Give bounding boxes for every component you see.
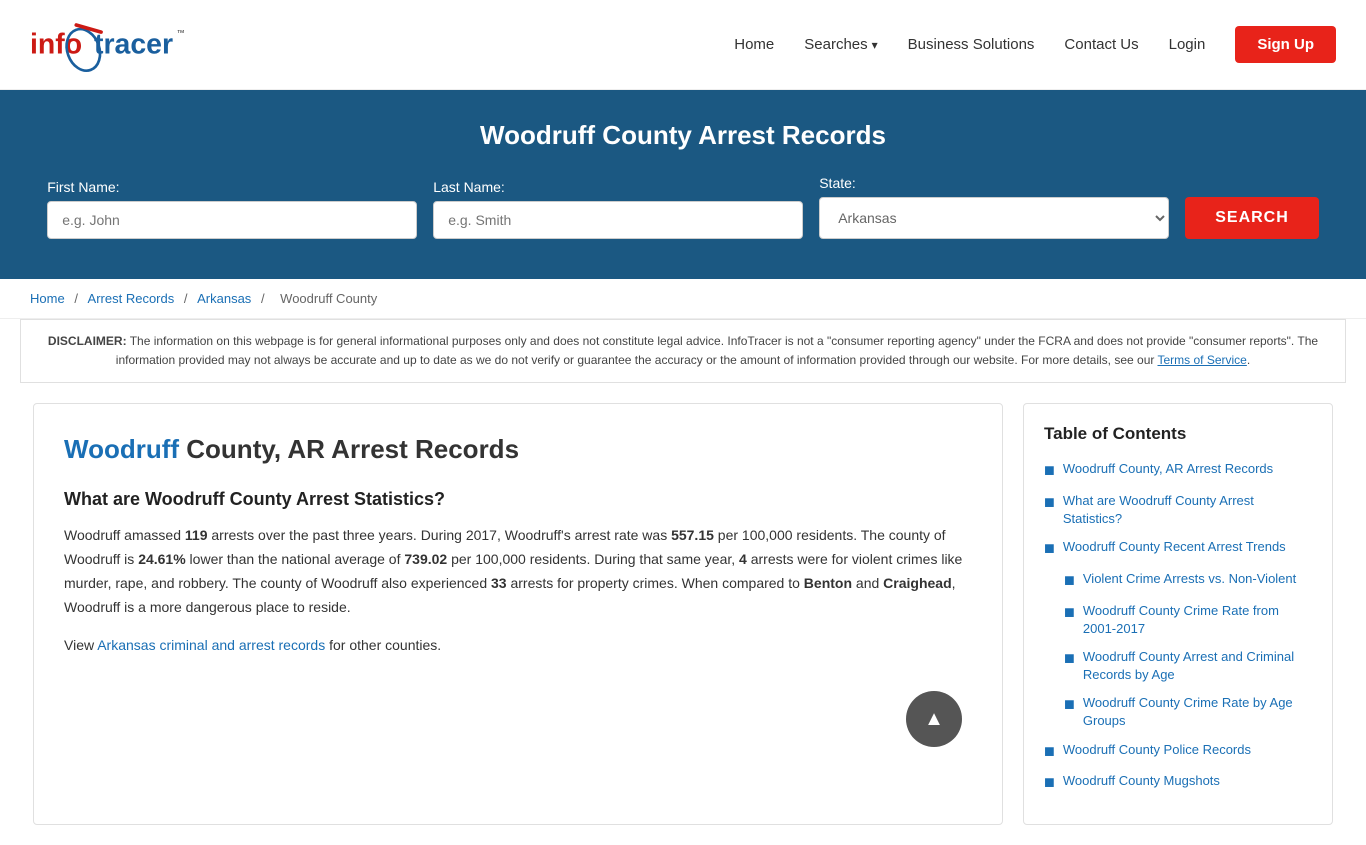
- p1e: per 100,000 residents. During that same …: [447, 551, 739, 567]
- chevron-up-icon: ▲: [924, 708, 944, 731]
- property-count: 33: [491, 575, 507, 591]
- first-name-input[interactable]: [47, 201, 417, 239]
- logo-image: info tracer ™: [30, 15, 190, 75]
- scroll-to-top-button[interactable]: ▲: [906, 691, 962, 747]
- rate1: 557.15: [671, 527, 714, 543]
- nav-searches-label: Searches: [804, 36, 867, 53]
- breadcrumb-home[interactable]: Home: [30, 291, 65, 306]
- article-title: Woodruff County, AR Arrest Records: [64, 434, 972, 465]
- breadcrumb-separator-2: /: [184, 291, 191, 306]
- toc-bullet: ■: [1044, 741, 1055, 763]
- sidebar: Table of Contents ■ Woodruff County, AR A…: [1023, 403, 1333, 824]
- breadcrumb-woodruff-county: Woodruff County: [280, 291, 377, 306]
- toc-link-6[interactable]: Woodruff County Crime Rate by Age Groups: [1083, 694, 1312, 730]
- toc-bullet: ■: [1064, 570, 1075, 592]
- toc-link-4[interactable]: Woodruff County Crime Rate from 2001-201…: [1083, 602, 1312, 638]
- section1-title: What are Woodruff County Arrest Statisti…: [64, 489, 972, 510]
- page-title: Woodruff County Arrest Records: [20, 120, 1346, 151]
- terms-of-service-link[interactable]: Terms of Service: [1158, 353, 1247, 367]
- signup-button[interactable]: Sign Up: [1235, 26, 1336, 63]
- toc-link-3[interactable]: Violent Crime Arrests vs. Non-Violent: [1083, 570, 1296, 588]
- nav-business-solutions[interactable]: Business Solutions: [908, 36, 1035, 53]
- rate2: 739.02: [404, 551, 447, 567]
- main-layout: Woodruff County, AR Arrest Records What …: [13, 383, 1353, 844]
- violent-count: 4: [739, 551, 747, 567]
- state-select[interactable]: Arkansas: [819, 197, 1169, 239]
- toc-link-7[interactable]: Woodruff County Police Records: [1063, 741, 1251, 759]
- toc-item: ■ Woodruff County Crime Rate from 2001-20…: [1044, 602, 1312, 638]
- p1d: lower than the national average of: [186, 551, 405, 567]
- table-of-contents: Table of Contents ■ Woodruff County, AR A…: [1023, 403, 1333, 824]
- disclaimer-box: DISCLAIMER: The information on this webp…: [20, 319, 1346, 383]
- p1b: arrests over the past three years. Durin…: [207, 527, 671, 543]
- toc-link-5[interactable]: Woodruff County Arrest and Criminal Reco…: [1083, 648, 1312, 684]
- view-link-paragraph: View Arkansas criminal and arrest record…: [64, 634, 972, 658]
- last-name-label: Last Name:: [433, 179, 505, 195]
- search-banner: Woodruff County Arrest Records First Nam…: [0, 90, 1366, 279]
- article-paragraph-1: Woodruff amassed 119 arrests over the pa…: [64, 524, 972, 619]
- breadcrumb-arrest-records[interactable]: Arrest Records: [88, 291, 175, 306]
- svg-text:™: ™: [177, 28, 185, 37]
- arkansas-records-link[interactable]: Arkansas criminal and arrest records: [97, 637, 325, 653]
- toc-bullet: ■: [1064, 648, 1075, 670]
- toc-item: ■ Woodruff County Arrest and Criminal Rec…: [1044, 648, 1312, 684]
- title-rest: County, AR Arrest Records: [179, 434, 519, 464]
- toc-item: ■ Woodruff County Police Records: [1044, 741, 1312, 763]
- svg-text:tracer: tracer: [94, 28, 173, 60]
- p1a: Woodruff amassed: [64, 527, 185, 543]
- breadcrumb-separator-3: /: [261, 291, 268, 306]
- city1: Benton: [804, 575, 852, 591]
- first-name-label: First Name:: [47, 179, 119, 195]
- breadcrumb-separator-1: /: [74, 291, 81, 306]
- p1h: and: [852, 575, 883, 591]
- toc-item: ■ What are Woodruff County Arrest Statist…: [1044, 492, 1312, 528]
- toc-bullet: ■: [1044, 492, 1055, 514]
- toc-item: ■ Woodruff County Recent Arrest Trends: [1044, 538, 1312, 560]
- toc-link-1[interactable]: What are Woodruff County Arrest Statisti…: [1063, 492, 1312, 528]
- pct: 24.61%: [138, 551, 185, 567]
- toc-bullet: ■: [1044, 460, 1055, 482]
- toc-item: ■ Violent Crime Arrests vs. Non-Violent: [1044, 570, 1312, 592]
- nav-home[interactable]: Home: [734, 36, 774, 53]
- breadcrumb-arkansas[interactable]: Arkansas: [197, 291, 251, 306]
- state-label: State:: [819, 175, 856, 191]
- main-nav: Home Searches ▾ Business Solutions Conta…: [734, 26, 1336, 63]
- search-button[interactable]: SEARCH: [1185, 197, 1319, 239]
- toc-item: ■ Woodruff County Crime Rate by Age Group…: [1044, 694, 1312, 730]
- content-area: Woodruff County, AR Arrest Records What …: [33, 403, 1003, 824]
- city2: Craighead: [883, 575, 951, 591]
- view-text2: for other counties.: [325, 637, 441, 653]
- toc-bullet: ■: [1064, 694, 1075, 716]
- state-group: State: Arkansas: [819, 175, 1169, 239]
- nav-searches[interactable]: Searches ▾: [804, 36, 877, 53]
- toc-bullet: ■: [1064, 602, 1075, 624]
- disclaimer-end: .: [1247, 353, 1250, 367]
- search-form: First Name: Last Name: State: Arkansas S…: [20, 175, 1346, 239]
- nav-contact-us[interactable]: Contact Us: [1064, 36, 1138, 53]
- toc-link-2[interactable]: Woodruff County Recent Arrest Trends: [1063, 538, 1286, 556]
- toc-link-8[interactable]: Woodruff County Mugshots: [1063, 772, 1220, 790]
- p1g: arrests for property crimes. When compar…: [507, 575, 804, 591]
- last-name-group: Last Name:: [433, 179, 803, 239]
- header: info tracer ™ Home Searches ▾ Business S…: [0, 0, 1366, 90]
- logo[interactable]: info tracer ™: [30, 15, 190, 75]
- toc-title: Table of Contents: [1044, 424, 1312, 444]
- title-highlight: Woodruff: [64, 434, 179, 464]
- svg-text:info: info: [30, 28, 82, 60]
- toc-bullet: ■: [1044, 772, 1055, 794]
- last-name-input[interactable]: [433, 201, 803, 239]
- disclaimer-bold: DISCLAIMER:: [48, 334, 127, 348]
- toc-link-0[interactable]: Woodruff County, AR Arrest Records: [1063, 460, 1273, 478]
- login-button[interactable]: Login: [1169, 36, 1206, 53]
- toc-bullet: ■: [1044, 538, 1055, 560]
- view-text: View: [64, 637, 97, 653]
- disclaimer-text: The information on this webpage is for g…: [116, 334, 1318, 367]
- arrests-count: 119: [185, 527, 208, 543]
- first-name-group: First Name:: [47, 179, 417, 239]
- toc-list: ■ Woodruff County, AR Arrest Records ■ What…: [1044, 460, 1312, 793]
- toc-item: ■ Woodruff County, AR Arrest Records: [1044, 460, 1312, 482]
- toc-item: ■ Woodruff County Mugshots: [1044, 772, 1312, 794]
- breadcrumb: Home / Arrest Records / Arkansas / Woodr…: [0, 279, 1366, 319]
- chevron-down-icon: ▾: [872, 38, 878, 52]
